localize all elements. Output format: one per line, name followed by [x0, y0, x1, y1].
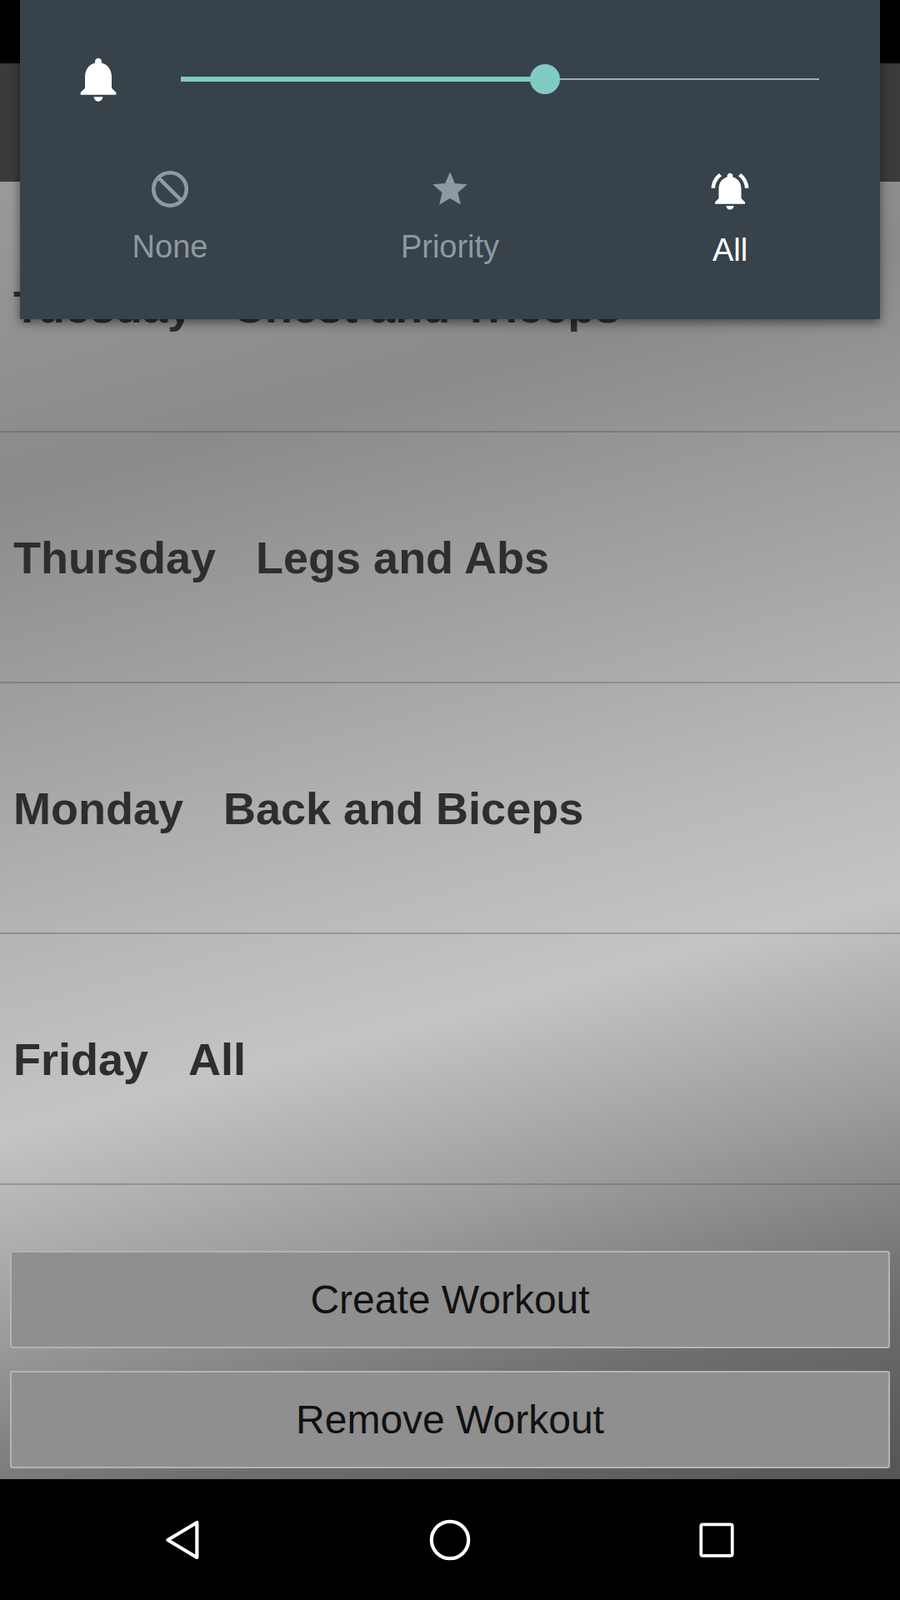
volume-panel: None Priority All	[20, 0, 880, 320]
mode-label: All	[712, 231, 748, 270]
volume-row	[20, 0, 880, 159]
content: TuesdayChest and TricepsThursdayLegs and…	[0, 181, 900, 1480]
remove-workout-button[interactable]: Remove Workout	[10, 1370, 890, 1469]
slider-thumb[interactable]	[530, 64, 560, 95]
mode-option[interactable]: All	[590, 158, 870, 320]
volume-slider[interactable]	[180, 64, 820, 95]
do-not-disturb-icon	[149, 168, 191, 210]
bell-ringing-icon	[707, 168, 753, 214]
star-icon	[429, 168, 471, 210]
workout-day: Thursday	[13, 531, 216, 584]
mode-label: Priority	[400, 228, 500, 267]
mode-row: None Priority All	[20, 158, 880, 320]
screen: TuesdayChest and TricepsThursdayLegs and…	[0, 0, 900, 1600]
workout-name: Legs and Abs	[255, 531, 550, 584]
navigation-bar	[0, 1479, 900, 1600]
workout-day: Friday	[13, 1033, 149, 1085]
workout-name: Back and Biceps	[223, 782, 584, 835]
home-icon[interactable]	[426, 1516, 474, 1564]
back-icon[interactable]	[160, 1516, 207, 1564]
mode-option[interactable]: Priority	[310, 158, 590, 320]
mode-label: None	[132, 228, 209, 267]
workout-name: All	[188, 1033, 246, 1085]
workout-day: Monday	[13, 782, 184, 835]
create-workout-button[interactable]: Create Workout	[10, 1250, 890, 1349]
bell-icon	[71, 50, 125, 108]
workout-row[interactable]: Thursday Legs and Abs	[0, 432, 900, 684]
mode-option[interactable]: None	[30, 158, 310, 320]
slider-fill	[180, 76, 545, 82]
workout-row[interactable]: Friday All	[0, 934, 900, 1185]
workout-row[interactable]: Monday Back and Biceps	[0, 683, 900, 935]
button-group: Create Workout Remove Workout	[0, 1185, 900, 1480]
recents-icon[interactable]	[695, 1519, 738, 1561]
workout-list: TuesdayChest and TricepsThursdayLegs and…	[0, 181, 900, 1185]
